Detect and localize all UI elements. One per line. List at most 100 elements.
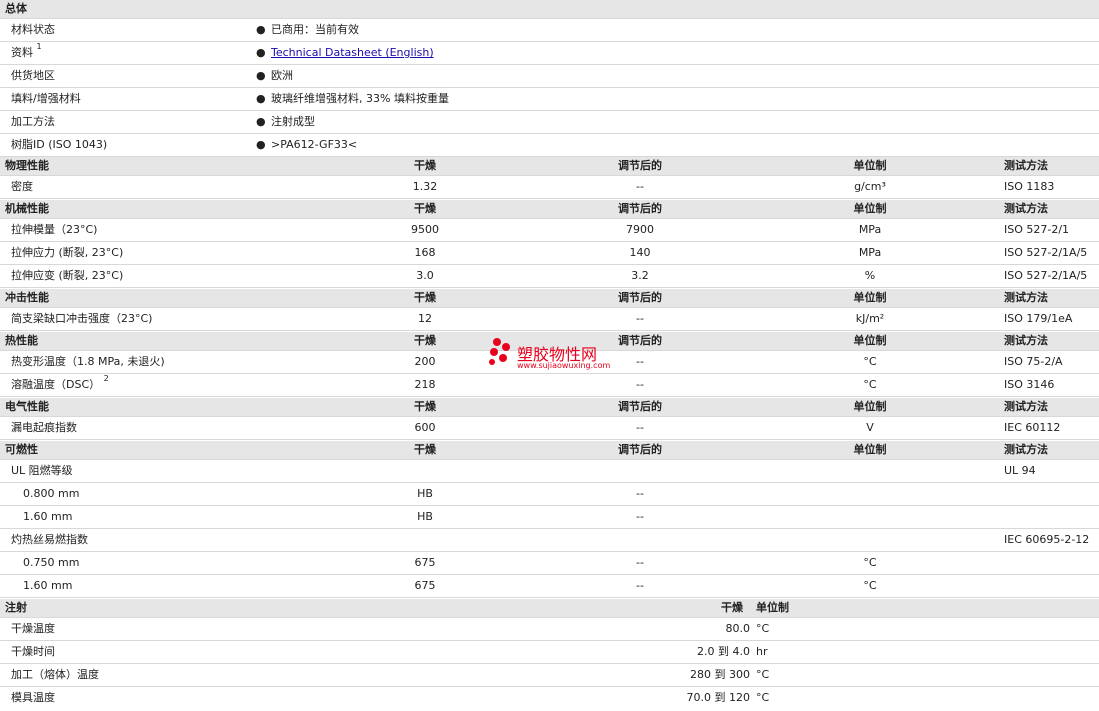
row-label: 溶融温度（DSC） 2: [11, 374, 109, 391]
dry-value: 675: [414, 556, 436, 569]
section-title: 总体: [5, 2, 27, 15]
unit-value: °C: [756, 622, 770, 635]
col-dry: 干燥: [414, 291, 436, 304]
row-label: 加工（熔体）温度: [11, 668, 99, 681]
section-header-physical: 物理性能 干燥 调节后的 单位制 测试方法: [0, 157, 1099, 176]
row-label: 模具温度: [11, 691, 55, 704]
col-unit: 单位制: [853, 334, 887, 347]
section-header-injection: 注射 干燥 单位制: [0, 599, 1099, 618]
dry-value: HB: [417, 487, 433, 500]
col-method: 测试方法: [1004, 159, 1048, 172]
conditioned-value: --: [636, 378, 644, 391]
row-label: 密度: [11, 180, 33, 193]
col-unit: 单位制: [853, 159, 887, 172]
unit-value: V: [866, 421, 874, 434]
dry-value: 70.0 到 120: [686, 691, 750, 704]
section-header-general: 总体: [0, 0, 1099, 19]
row-label: 热变形温度（1.8 MPa, 未退火): [11, 355, 165, 368]
table-row: 简支梁缺口冲击强度（23°C) 12 -- kJ/m² ISO 179/1eA: [0, 308, 1099, 331]
watermark-url: www.sujiaowuxing.com: [517, 361, 611, 370]
dry-value: 3.0: [416, 269, 434, 282]
col-unit: 单位制: [853, 202, 887, 215]
col-conditioned: 调节后的: [618, 443, 662, 456]
table-row: 拉伸模量（23°C) 9500 7900 MPa ISO 527-2/1: [0, 219, 1099, 242]
col-conditioned: 调节后的: [618, 202, 662, 215]
row-label: 资料 1: [11, 42, 42, 59]
bullet-icon: ●: [256, 138, 266, 151]
col-method: 测试方法: [1004, 202, 1048, 215]
method-value: IEC 60112: [1004, 421, 1061, 434]
section-header-impact: 冲击性能 干燥 调节后的 单位制 测试方法: [0, 289, 1099, 308]
row-value: 玻璃纤维增强材料, 33% 填料按重量: [271, 92, 449, 105]
row-label: 1.60 mm: [23, 579, 73, 592]
table-row: 漏电起痕指数 600 -- V IEC 60112: [0, 417, 1099, 440]
method-value: ISO 3146: [1004, 378, 1055, 391]
general-row: 加工方法 ● 注射成型: [0, 111, 1099, 134]
col-dry: 干燥: [414, 159, 436, 172]
row-value: 注射成型: [271, 115, 315, 128]
table-row: 干燥温度 80.0 °C: [0, 618, 1099, 641]
dry-value: 9500: [411, 223, 439, 236]
method-value: ISO 527-2/1: [1004, 223, 1070, 236]
conditioned-value: --: [636, 312, 644, 325]
table-row: 拉伸应力 (断裂, 23°C) 168 140 MPa ISO 527-2/1A…: [0, 242, 1099, 265]
general-row: 填料/增强材料 ● 玻璃纤维增强材料, 33% 填料按重量: [0, 88, 1099, 111]
method-value: ISO 179/1eA: [1004, 312, 1073, 325]
col-unit: 单位制: [756, 601, 789, 614]
row-label: 漏电起痕指数: [11, 421, 77, 434]
row-label: 拉伸应力 (断裂, 23°C): [11, 246, 124, 259]
row-label: 干燥温度: [11, 622, 55, 635]
method-value: IEC 60695-2-12: [1004, 533, 1090, 546]
col-dry: 干燥: [721, 601, 743, 614]
unit-value: °C: [863, 378, 877, 391]
col-dry: 干燥: [414, 443, 436, 456]
dry-value: 200: [414, 355, 436, 368]
section-header-flammability: 可燃性 干燥 调节后的 单位制 测试方法: [0, 441, 1099, 460]
footnote-ref[interactable]: 1: [37, 42, 42, 51]
col-conditioned: 调节后的: [618, 334, 662, 347]
table-row: 0.750 mm 675 -- °C: [0, 552, 1099, 575]
section-title: 物理性能: [5, 159, 49, 172]
table-row: 密度 1.32 -- g/cm³ ISO 1183: [0, 176, 1099, 199]
row-value: >PA612-GF33<: [271, 138, 358, 151]
table-row: 干燥时间 2.0 到 4.0 hr: [0, 641, 1099, 664]
bullet-icon: ●: [256, 115, 266, 128]
row-value: 欧洲: [271, 69, 293, 82]
table-row: 模具温度 70.0 到 120 °C: [0, 687, 1099, 711]
col-dry: 干燥: [414, 334, 436, 347]
col-unit: 单位制: [853, 400, 887, 413]
general-row: 资料 1 ● Technical Datasheet (English): [0, 42, 1099, 65]
footnote-ref[interactable]: 2: [104, 374, 109, 383]
unit-value: °C: [863, 556, 877, 569]
conditioned-value: --: [636, 180, 644, 193]
section-title: 可燃性: [5, 443, 38, 456]
bullet-icon: ●: [256, 69, 266, 82]
unit-value: °C: [756, 668, 770, 681]
row-label: 干燥时间: [11, 645, 55, 658]
row-label: 材料状态: [11, 23, 55, 36]
unit-value: hr: [756, 645, 768, 658]
section-title: 冲击性能: [5, 291, 49, 304]
section-title: 注射: [5, 601, 27, 614]
conditioned-value: --: [636, 556, 644, 569]
row-label: 灼热丝易燃指数: [11, 533, 88, 546]
conditioned-value: 7900: [626, 223, 654, 236]
row-label: 1.60 mm: [23, 510, 73, 523]
method-value: UL 94: [1004, 464, 1036, 477]
general-row: 树脂ID (ISO 1043) ● >PA612-GF33<: [0, 134, 1099, 157]
watermark-logo-icon: [489, 338, 510, 365]
dry-value: 2.0 到 4.0: [697, 645, 750, 658]
col-unit: 单位制: [853, 443, 887, 456]
conditioned-value: --: [636, 510, 644, 523]
col-dry: 干燥: [414, 202, 436, 215]
section-title: 热性能: [5, 334, 38, 347]
section-header-mechanical: 机械性能 干燥 调节后的 单位制 测试方法: [0, 200, 1099, 219]
col-unit: 单位制: [853, 291, 887, 304]
datasheet-link[interactable]: Technical Datasheet (English): [271, 42, 434, 64]
conditioned-value: --: [636, 421, 644, 434]
unit-value: °C: [756, 691, 770, 704]
section-title: 机械性能: [5, 202, 49, 215]
row-label: 0.750 mm: [23, 556, 80, 569]
row-label: 0.800 mm: [23, 487, 80, 500]
dry-value: 12: [418, 312, 432, 325]
